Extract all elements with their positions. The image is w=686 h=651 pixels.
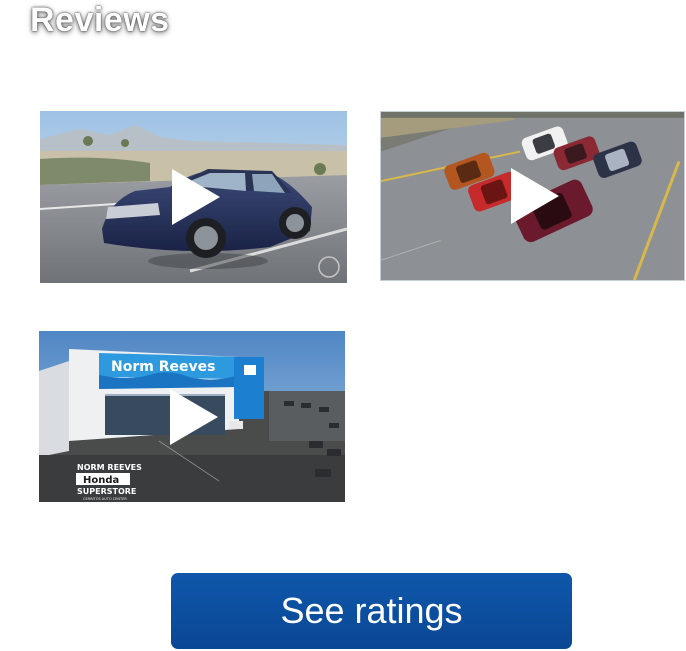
storefront-sign-text: Norm Reeves bbox=[111, 359, 215, 375]
logo-line-1: NORM REEVES bbox=[77, 463, 142, 472]
video-thumbnail-suv-comparison[interactable] bbox=[380, 111, 685, 281]
logo-line-3: SUPERSTORE bbox=[77, 487, 136, 496]
play-icon[interactable] bbox=[510, 168, 559, 224]
video-thumbnail-suv-road[interactable] bbox=[40, 111, 347, 283]
logo-line-2: Honda bbox=[83, 475, 119, 486]
section-title: Reviews bbox=[30, 1, 170, 39]
see-ratings-button[interactable]: See ratings bbox=[171, 573, 572, 649]
play-icon[interactable] bbox=[171, 169, 220, 225]
video-thumbnail-dealership[interactable]: Norm Reeves NORM REEVES Honda SUPERSTORE… bbox=[39, 331, 345, 502]
play-icon[interactable] bbox=[170, 388, 218, 445]
logo-subline: CERRITOS AUTO CENTER bbox=[83, 497, 127, 501]
reviews-section: Reviews Norm Reeves NORM REEVES Honda SU… bbox=[0, 0, 686, 651]
